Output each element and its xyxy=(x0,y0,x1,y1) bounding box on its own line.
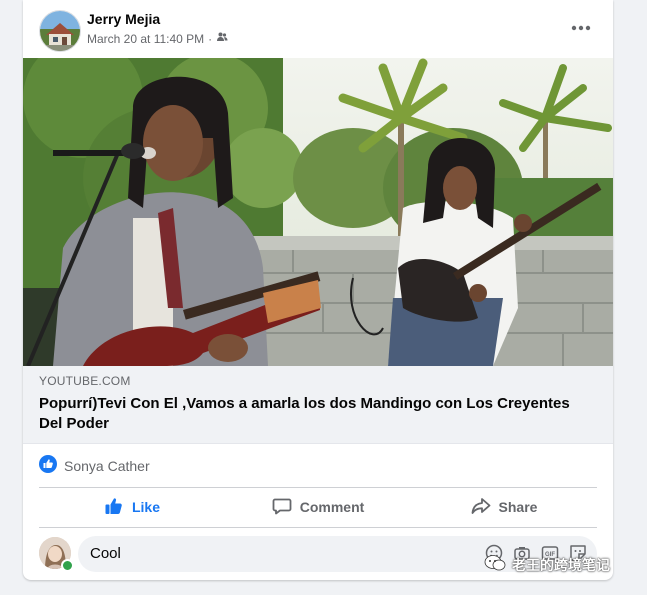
watermark: 老王的跨境笔记 xyxy=(484,554,610,575)
post-timestamp[interactable]: March 20 at 11:40 PM xyxy=(87,32,204,46)
watermark-text: 老王的跨境笔记 xyxy=(512,556,610,573)
reactions-summary[interactable]: Sonya Cather xyxy=(39,455,150,476)
friends-icon[interactable] xyxy=(216,31,228,46)
comment-button[interactable]: Comment xyxy=(225,488,411,526)
share-button[interactable]: Share xyxy=(411,488,597,526)
post-header: Jerry Mejia March 20 at 11:40 PM · xyxy=(23,0,613,58)
post-card: Jerry Mejia March 20 at 11:40 PM · YOUTU… xyxy=(23,0,613,580)
link-title[interactable]: Popurrí)Tevi Con El ,Vamos a amarla los … xyxy=(39,394,589,434)
video-thumbnail[interactable] xyxy=(23,58,613,366)
share-icon xyxy=(471,496,491,519)
comment-icon xyxy=(272,496,292,519)
author-avatar[interactable] xyxy=(39,10,81,52)
like-button[interactable]: Like xyxy=(39,488,225,526)
share-label: Share xyxy=(498,499,538,515)
author-name[interactable]: Jerry Mejia xyxy=(87,11,160,27)
post-meta: March 20 at 11:40 PM · xyxy=(87,31,228,46)
comment-input[interactable] xyxy=(90,545,470,562)
reaction-names[interactable]: Sonya Cather xyxy=(64,458,150,474)
post-actions: Like Comment Share xyxy=(39,488,597,526)
link-preview[interactable]: YOUTUBE.COM Popurrí)Tevi Con El ,Vamos a… xyxy=(23,366,613,444)
actions-bottom-divider xyxy=(39,527,597,528)
comment-label: Comment xyxy=(299,499,365,515)
link-domain: YOUTUBE.COM xyxy=(39,374,131,388)
like-reaction-icon xyxy=(39,455,57,476)
meta-separator: · xyxy=(208,31,213,46)
thumbs-up-icon xyxy=(104,496,124,519)
like-label: Like xyxy=(131,499,160,515)
online-status-indicator xyxy=(61,559,74,572)
wechat-logo-icon xyxy=(484,554,506,575)
more-horizontal-icon[interactable] xyxy=(567,14,595,42)
